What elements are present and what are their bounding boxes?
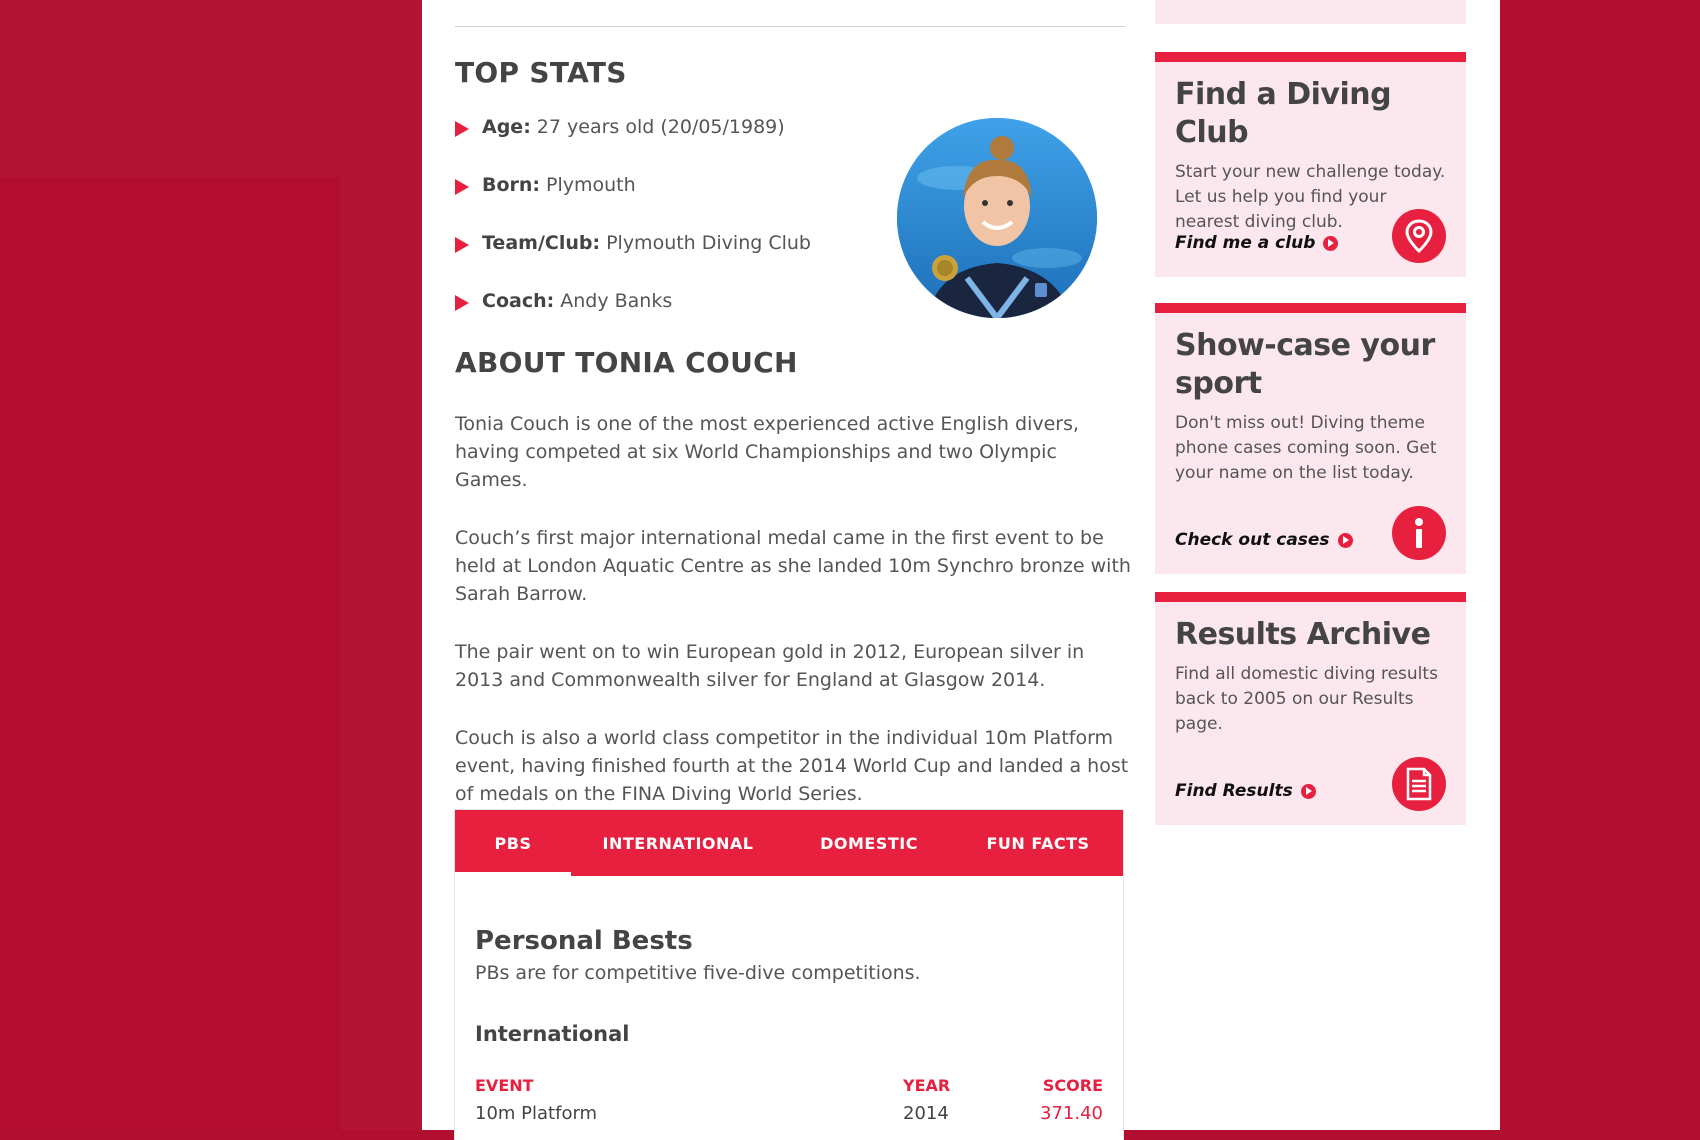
stat-label: Born: — [482, 174, 541, 196]
background-block — [0, 177, 340, 1130]
link-label: Check out cases — [1175, 530, 1330, 550]
card-title: Results Archive — [1175, 617, 1431, 652]
bullet-icon — [455, 121, 469, 137]
bullet-icon — [455, 179, 469, 195]
check-cases-link[interactable]: Check out cases — [1175, 530, 1353, 550]
about-paragraph: The pair went on to win European gold in… — [455, 641, 1085, 691]
link-label: Find Results — [1175, 781, 1293, 801]
showcase-card: Show-case your sport Don't miss out! Div… — [1155, 303, 1466, 574]
bullet-icon — [455, 237, 469, 253]
tab-pbs[interactable]: PBS — [455, 810, 571, 876]
about-heading: ABOUT TONIA COUCH — [455, 346, 798, 379]
sidebar-card-partial — [1155, 0, 1466, 24]
card-title: Find a Diving Club — [1175, 77, 1392, 150]
stat-team: Team/Club: Plymouth Diving Club — [455, 232, 905, 290]
location-pin-icon[interactable] — [1392, 209, 1446, 263]
column-header-score: SCORE — [1042, 1076, 1103, 1095]
background-block — [0, 0, 422, 177]
about-paragraph: Tonia Couch is one of the most experienc… — [455, 413, 1080, 491]
tab-panel: Personal Bests PBs are for competitive f… — [455, 926, 1123, 1124]
stat-born: Born: Plymouth — [455, 174, 905, 232]
tab-bar: PBS INTERNATIONAL DOMESTIC FUN FACTS — [455, 810, 1123, 876]
about-paragraph: Couch’s first major international medal … — [455, 527, 1131, 605]
divider — [455, 26, 1125, 27]
stat-age: Age: 27 years old (20/05/1989) — [455, 116, 905, 174]
athlete-photo — [897, 118, 1097, 318]
about-paragraph: Couch is also a world class competitor i… — [455, 727, 1129, 805]
stat-value: Andy Banks — [560, 290, 673, 312]
score-cell: 371.40 — [1040, 1103, 1103, 1124]
personal-bests-title: Personal Bests — [475, 926, 693, 956]
results-archive-card: Results Archive Find all domestic diving… — [1155, 592, 1466, 825]
year-cell: 2014 — [903, 1103, 949, 1124]
card-text: Don't miss out! Diving theme phone cases… — [1175, 413, 1437, 483]
tab-fun-facts[interactable]: FUN FACTS — [953, 810, 1123, 876]
stat-coach: Coach: Andy Banks — [455, 290, 905, 348]
find-club-link[interactable]: Find me a club — [1175, 233, 1339, 253]
document-icon[interactable] — [1392, 757, 1446, 811]
top-stats-list: Age: 27 years old (20/05/1989) Born: Ply… — [455, 116, 905, 348]
personal-bests-subtitle: PBs are for competitive five-dive compet… — [475, 962, 921, 984]
column-header-year: YEAR — [903, 1076, 951, 1095]
about-text: Tonia Couch is one of the most experienc… — [455, 410, 1135, 838]
arrow-right-icon — [1300, 783, 1316, 799]
info-icon[interactable] — [1392, 506, 1446, 560]
find-club-card: Find a Diving Club Start your new challe… — [1155, 52, 1466, 277]
card-text: Find all domestic diving results back to… — [1175, 664, 1438, 734]
tab-domestic[interactable]: DOMESTIC — [785, 810, 953, 876]
stat-value: 27 years old (20/05/1989) — [536, 116, 785, 138]
arrow-right-icon — [1337, 532, 1353, 548]
stats-tabs: PBS INTERNATIONAL DOMESTIC FUN FACTS Per… — [455, 810, 1123, 1140]
tab-international[interactable]: INTERNATIONAL — [571, 810, 785, 876]
background-block — [340, 177, 422, 1130]
stat-label: Age: — [482, 116, 531, 138]
table-header: EVENT YEAR SCORE — [475, 1076, 1103, 1095]
background-block — [1500, 0, 1700, 1130]
link-label: Find me a club — [1175, 233, 1316, 253]
column-header-event: EVENT — [475, 1076, 534, 1095]
bullet-icon — [455, 295, 469, 311]
stat-value: Plymouth — [546, 174, 636, 196]
event-cell: 10m Platform — [475, 1103, 598, 1124]
table-row: 10m Platform 2014 371.40 — [475, 1103, 1103, 1124]
stat-label: Coach: — [482, 290, 555, 312]
top-stats-heading: TOP STATS — [455, 56, 627, 89]
stat-value: Plymouth Diving Club — [606, 232, 811, 254]
find-results-link[interactable]: Find Results — [1175, 781, 1316, 801]
main-content: TOP STATS Age: 27 years old (20/05/1989)… — [422, 0, 1500, 1140]
card-title: Show-case your sport — [1175, 328, 1435, 401]
stat-label: Team/Club: — [482, 232, 601, 254]
arrow-right-icon — [1323, 235, 1339, 251]
section-title: International — [475, 1022, 630, 1046]
